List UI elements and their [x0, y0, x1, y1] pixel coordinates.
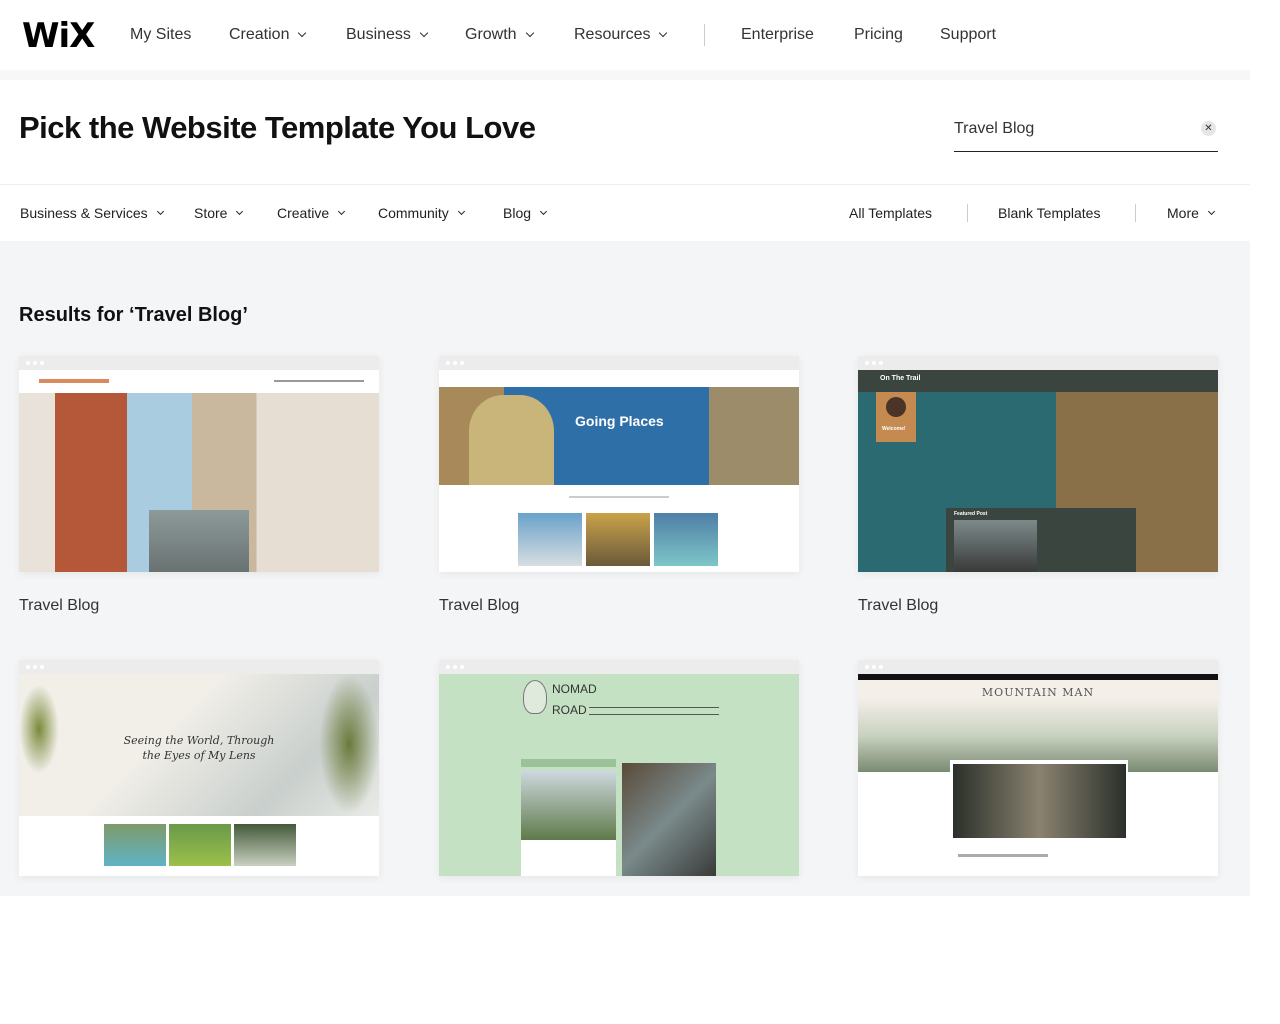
template-brand: MOUNTAIN MAN — [981, 686, 1095, 699]
filter-business-services[interactable]: Business & Services — [20, 205, 164, 221]
preview-going-places: Going Places — [439, 370, 799, 572]
template-card[interactable]: Going Places Travel Blog — [439, 356, 799, 615]
filter-label: Community — [378, 205, 449, 221]
template-name[interactable]: Travel Blog — [19, 597, 379, 615]
hero-line-1: Seeing the World, Through — [123, 734, 275, 747]
template-thumbnail[interactable]: NOMAD ROAD — [439, 660, 799, 876]
filter-label: Business & Services — [20, 205, 148, 221]
chevron-down-icon — [236, 207, 244, 215]
filter-label: Blank Templates — [998, 205, 1101, 221]
template-thumbnail[interactable] — [19, 356, 379, 572]
filter-creative[interactable]: Creative — [277, 205, 346, 221]
nav-creation[interactable]: Creation — [229, 26, 307, 44]
preview-on-the-trail: On The Trail Welcome! Featured Post — [858, 370, 1218, 572]
filter-blog[interactable]: Blog — [503, 205, 548, 221]
blank-templates-link[interactable]: Blank Templates — [998, 205, 1100, 221]
more-dropdown[interactable]: More — [1167, 205, 1215, 221]
template-card[interactable]: NOMAD ROAD — [439, 660, 799, 876]
nav-resources[interactable]: Resources — [574, 26, 668, 44]
chevron-down-icon — [659, 28, 668, 38]
top-nav: WiX My Sites Creation Business Growth Re… — [0, 0, 1250, 70]
close-icon[interactable]: ✕ — [1201, 121, 1216, 136]
template-card[interactable]: MOUNTAIN MAN — [858, 660, 1218, 876]
nav-label: Enterprise — [741, 26, 814, 43]
chevron-down-icon — [156, 207, 164, 215]
browser-chrome — [19, 660, 379, 674]
nav-pricing[interactable]: Pricing — [854, 26, 903, 44]
chevron-down-icon — [457, 207, 465, 215]
nav-label: Business — [346, 26, 411, 43]
nav-label: Creation — [229, 26, 290, 43]
nav-growth[interactable]: Growth — [465, 26, 534, 44]
template-card[interactable]: Travel Blog — [19, 356, 379, 615]
filter-divider — [967, 204, 968, 222]
chevron-down-icon — [539, 207, 548, 215]
template-thumbnail[interactable]: Going Places — [439, 356, 799, 572]
filter-label: Blog — [503, 205, 532, 221]
filter-label: More — [1167, 205, 1199, 221]
all-templates-link[interactable]: All Templates — [849, 205, 932, 221]
filter-label: Store — [194, 205, 228, 221]
browser-chrome — [439, 660, 799, 674]
browser-chrome — [858, 660, 1218, 674]
chevron-down-icon — [419, 28, 429, 38]
page: WiX My Sites Creation Business Growth Re… — [0, 0, 1250, 1024]
chevron-down-icon — [525, 28, 534, 38]
template-name[interactable]: Travel Blog — [858, 597, 1218, 615]
browser-chrome — [19, 356, 379, 370]
browser-chrome — [858, 356, 1218, 370]
nav-support[interactable]: Support — [940, 26, 996, 44]
template-name[interactable]: Travel Blog — [439, 597, 799, 615]
filter-community[interactable]: Community — [378, 205, 465, 221]
preview-nomad: NOMAD ROAD — [439, 674, 799, 876]
browser-chrome — [439, 356, 799, 370]
nav-divider — [704, 24, 705, 46]
brand-bottom: ROAD — [552, 703, 587, 717]
title-section: Pick the Website Template You Love ✕ — [0, 80, 1250, 185]
featured-label: Featured Post — [954, 511, 988, 517]
page-title: Pick the Website Template You Love — [19, 110, 536, 145]
nav-label: Resources — [574, 26, 651, 43]
nav-label: Support — [940, 26, 997, 43]
results-heading: Results for ‘Travel Blog’ — [19, 304, 248, 326]
nav-label: Growth — [465, 26, 517, 43]
chevron-down-icon — [298, 28, 307, 38]
hero-text: Going Places — [575, 413, 664, 429]
search-field[interactable]: ✕ — [954, 116, 1218, 152]
preview-venice — [19, 370, 379, 572]
preview-mountain-man: MOUNTAIN MAN — [858, 674, 1218, 876]
search-input[interactable] — [954, 116, 1184, 138]
chevron-down-icon — [1207, 207, 1215, 215]
template-brand: On The Trail — [880, 375, 921, 382]
category-filter-bar: Business & Services Store Creative Commu… — [0, 186, 1250, 241]
filter-label: All Templates — [849, 205, 933, 221]
template-card[interactable]: On The Trail Welcome! Featured Post Trav… — [858, 356, 1218, 615]
hero-line-2: the Eyes of My Lens — [142, 749, 256, 762]
filter-divider — [1135, 204, 1136, 222]
header-band — [0, 70, 1250, 80]
results-area: Results for ‘Travel Blog’ Travel Blog Go… — [0, 241, 1250, 896]
template-card[interactable]: Seeing the World, Through the Eyes of My… — [19, 660, 379, 876]
chevron-down-icon — [338, 207, 346, 215]
template-thumbnail[interactable]: Seeing the World, Through the Eyes of My… — [19, 660, 379, 876]
nav-label: My Sites — [130, 26, 192, 43]
filter-label: Creative — [277, 205, 330, 221]
nav-label: Pricing — [854, 26, 903, 43]
brand-top: NOMAD — [552, 682, 597, 696]
welcome-text: Welcome! — [882, 426, 906, 432]
wix-logo[interactable]: WiX — [22, 16, 95, 56]
filter-store[interactable]: Store — [194, 205, 244, 221]
template-thumbnail[interactable]: On The Trail Welcome! Featured Post — [858, 356, 1218, 572]
template-thumbnail[interactable]: MOUNTAIN MAN — [858, 660, 1218, 876]
nav-my-sites[interactable]: My Sites — [130, 26, 191, 44]
nav-business[interactable]: Business — [346, 26, 429, 44]
preview-lens: Seeing the World, Through the Eyes of My… — [19, 674, 379, 876]
nav-enterprise[interactable]: Enterprise — [741, 26, 814, 44]
